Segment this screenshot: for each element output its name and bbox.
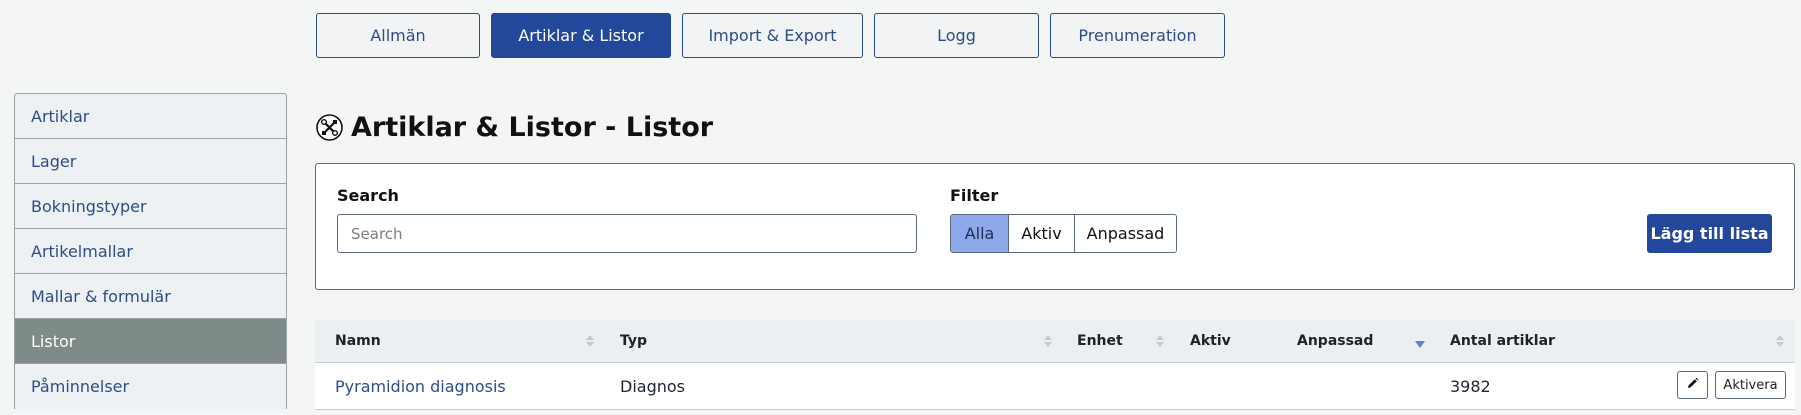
- filter-label: Filter: [950, 186, 999, 205]
- activate-button[interactable]: Aktivera: [1715, 371, 1786, 399]
- edit-button[interactable]: [1677, 371, 1708, 399]
- tab-allman[interactable]: Allmän: [316, 13, 480, 58]
- column-header-enhet[interactable]: Enhet: [1077, 320, 1123, 362]
- search-panel: Search Filter Alla Aktiv Anpassad Lägg t…: [315, 163, 1795, 290]
- sidebar: Artiklar Lager Bokningstyper Artikelmall…: [14, 93, 287, 409]
- column-header-anpassad[interactable]: Anpassad: [1297, 320, 1373, 362]
- page-title-row: Artiklar & Listor - Listor: [316, 112, 713, 143]
- lists-table: Namn Typ Enhet Aktiv Anpassad Antal arti…: [315, 320, 1795, 410]
- filter-alla-button[interactable]: Alla: [951, 215, 1009, 252]
- filter-group: Alla Aktiv Anpassad: [950, 214, 1177, 253]
- row-antal-artiklar: 3982: [1450, 376, 1491, 396]
- row-typ: Diagnos: [620, 376, 685, 396]
- table-header: Namn Typ Enhet Aktiv Anpassad Antal arti…: [315, 320, 1795, 363]
- sidebar-item-bokningstyper[interactable]: Bokningstyper: [15, 184, 286, 229]
- filter-aktiv-button[interactable]: Aktiv: [1009, 215, 1075, 252]
- table-row: Pyramidion diagnosis Diagnos 3982 Aktive…: [315, 363, 1795, 410]
- page-title: Artiklar & Listor - Listor: [351, 112, 714, 143]
- sidebar-item-artiklar[interactable]: Artiklar: [15, 94, 286, 139]
- top-tabs: Allmän Artiklar & Listor Import & Export…: [316, 13, 1225, 58]
- row-name-link[interactable]: Pyramidion diagnosis: [335, 363, 506, 409]
- sort-icon[interactable]: [1043, 332, 1053, 350]
- add-list-button[interactable]: Lägg till lista: [1647, 214, 1772, 253]
- search-input[interactable]: [337, 214, 917, 253]
- column-header-typ[interactable]: Typ: [620, 320, 647, 362]
- column-header-aktiv[interactable]: Aktiv: [1190, 320, 1231, 362]
- tools-icon: [316, 114, 343, 141]
- sort-icon[interactable]: [585, 332, 595, 350]
- sort-icon[interactable]: [1155, 332, 1165, 350]
- tab-prenumeration[interactable]: Prenumeration: [1050, 13, 1225, 58]
- column-header-namn[interactable]: Namn: [335, 320, 381, 362]
- pencil-icon: [1686, 377, 1699, 394]
- sidebar-item-artikelmallar[interactable]: Artikelmallar: [15, 229, 286, 274]
- tab-logg[interactable]: Logg: [874, 13, 1039, 58]
- sidebar-item-lager[interactable]: Lager: [15, 139, 286, 184]
- sort-icon[interactable]: [1775, 332, 1785, 350]
- sidebar-item-mallar-formular[interactable]: Mallar & formulär: [15, 274, 286, 319]
- column-header-antal-artiklar[interactable]: Antal artiklar: [1450, 320, 1555, 362]
- search-label: Search: [337, 186, 399, 205]
- sidebar-item-listor[interactable]: Listor: [15, 319, 286, 364]
- tab-import-export[interactable]: Import & Export: [682, 13, 863, 58]
- sort-desc-icon[interactable]: [1415, 335, 1425, 353]
- sidebar-item-paminnelser[interactable]: Påminnelser: [15, 364, 286, 409]
- filter-anpassad-button[interactable]: Anpassad: [1075, 215, 1176, 252]
- tab-artiklar-listor[interactable]: Artiklar & Listor: [491, 13, 671, 58]
